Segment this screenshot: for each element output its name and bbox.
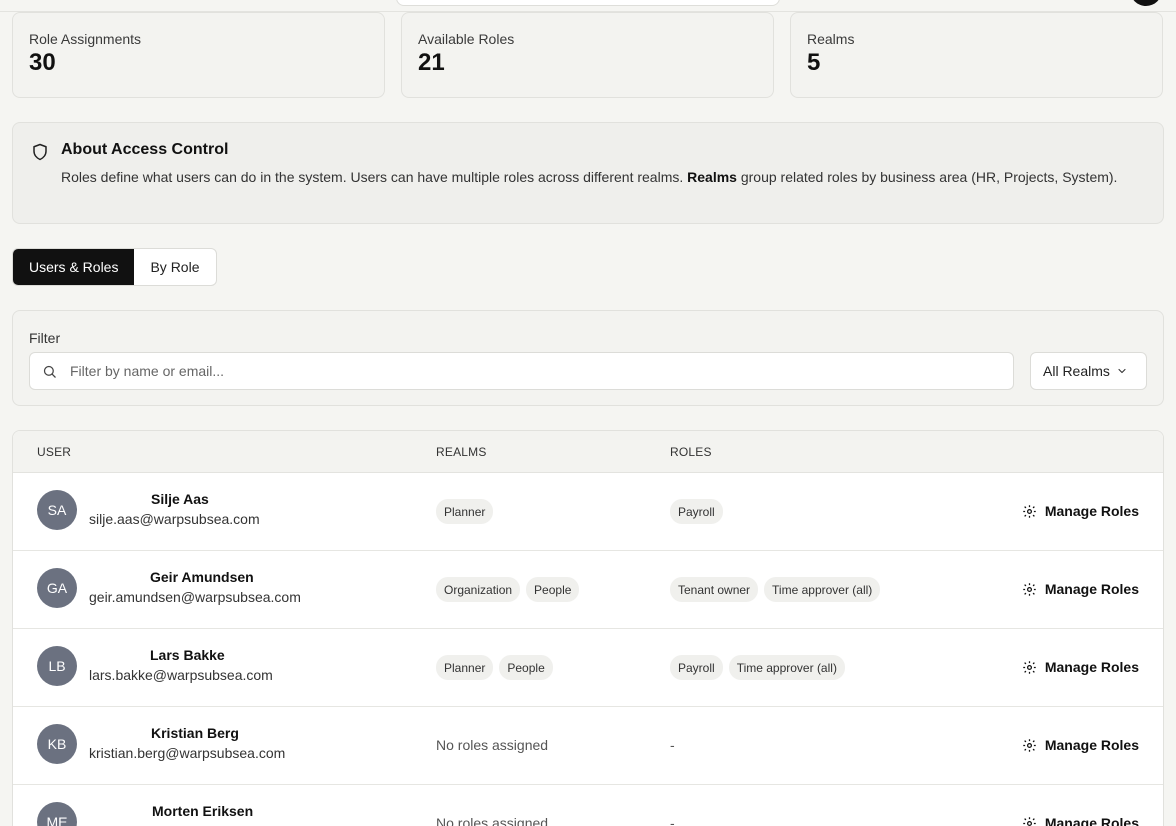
realm-chip: People [499, 655, 553, 680]
role-chip: Time approver (all) [728, 655, 845, 680]
table-header: USER REALMS ROLES [13, 431, 1163, 473]
stat-label: Role Assignments [29, 31, 142, 47]
manage-roles-label: Manage Roles [1044, 659, 1139, 675]
role-chips: Payroll Time approver (all) [670, 655, 845, 680]
top-bar [0, 0, 1176, 12]
realm-chips: Planner [436, 499, 494, 524]
filter-card: Filter All Realms [12, 310, 1164, 406]
avatar: LB [37, 646, 77, 686]
roles-empty-dash: - [670, 815, 675, 826]
filter-input-wrapper[interactable] [29, 352, 1014, 390]
table-row: SA Silje Aas silje.aas@warpsubsea.com Pl… [13, 473, 1163, 551]
avatar: ME [37, 802, 77, 826]
realm-chip: People [526, 577, 580, 602]
tab-users-roles[interactable]: Users & Roles [13, 249, 135, 285]
stat-available-roles: Available Roles 21 [401, 12, 774, 98]
role-chip: Tenant owner [670, 577, 759, 602]
manage-roles-label: Manage Roles [1044, 737, 1139, 753]
stat-realms: Realms 5 [790, 12, 1163, 98]
role-chips: Tenant owner Time approver (all) [670, 577, 881, 602]
user-email: geir.amundsen@warpsubsea.com [89, 589, 301, 605]
no-roles-text: No roles assigned [436, 737, 549, 753]
user-name: Morten Eriksen [152, 803, 254, 819]
role-chip: Payroll [670, 655, 723, 680]
user-name: Kristian Berg [151, 725, 239, 741]
realm-select[interactable]: All Realms [1030, 352, 1147, 390]
filter-label: Filter [29, 330, 61, 346]
stat-value: 5 [807, 49, 821, 76]
role-chip: Payroll [670, 499, 723, 524]
roles-empty-dash: - [670, 737, 675, 753]
manage-roles-label: Manage Roles [1044, 815, 1139, 826]
realm-chip: Planner [436, 499, 494, 524]
stat-value: 21 [418, 49, 445, 76]
stat-label: Realms [807, 31, 855, 47]
tab-by-role[interactable]: By Role [134, 249, 215, 285]
stats-row: Role Assignments 30 Available Roles 21 R… [12, 12, 1163, 98]
realm-select-value: All Realms [1043, 363, 1110, 379]
manage-roles-button[interactable]: Manage Roles [1022, 659, 1139, 675]
role-chip: Time approver (all) [764, 577, 881, 602]
global-search[interactable] [396, 0, 780, 6]
no-roles-text: No roles assigned [436, 815, 549, 826]
manage-roles-button[interactable]: Manage Roles [1022, 581, 1139, 597]
avatar: GA [37, 568, 77, 608]
manage-roles-button[interactable]: Manage Roles [1022, 815, 1139, 826]
about-desc-bold: Realms [687, 169, 737, 185]
table-row: LB Lars Bakke lars.bakke@warpsubsea.com … [13, 629, 1163, 707]
user-name: Lars Bakke [150, 647, 225, 663]
about-desc-suffix: group related roles by business area (HR… [736, 169, 1118, 185]
about-desc-prefix: Roles define what users can do in the sy… [61, 169, 688, 185]
user-name: Geir Amundsen [150, 569, 254, 585]
about-description: Roles define what users can do in the sy… [61, 167, 1143, 187]
realm-chip: Planner [436, 655, 494, 680]
users-roles-table: USER REALMS ROLES SA Silje Aas silje.aas… [12, 430, 1164, 826]
realm-chips: Planner People [436, 655, 553, 680]
manage-roles-label: Manage Roles [1044, 503, 1139, 519]
realm-chip: Organization [436, 577, 521, 602]
manage-roles-button[interactable]: Manage Roles [1022, 737, 1139, 753]
gear-icon [1023, 738, 1036, 752]
table-row: KB Kristian Berg kristian.berg@warpsubse… [13, 707, 1163, 785]
gear-icon [1023, 660, 1036, 674]
chevron-down-icon [1118, 368, 1126, 374]
search-icon [43, 365, 56, 378]
gear-icon [1023, 582, 1036, 596]
table-row: ME Morten Eriksen No roles assigned - Ma… [13, 785, 1163, 826]
header-realms: REALMS [436, 445, 487, 459]
manage-roles-button[interactable]: Manage Roles [1022, 503, 1139, 519]
realm-chips: Organization People [436, 577, 580, 602]
about-title: About Access Control [61, 141, 229, 158]
user-email: lars.bakke@warpsubsea.com [89, 667, 273, 683]
header-roles: ROLES [670, 445, 712, 459]
header-user: USER [37, 445, 72, 459]
user-email: kristian.berg@warpsubsea.com [89, 745, 286, 761]
manage-roles-label: Manage Roles [1044, 581, 1139, 597]
stat-label: Available Roles [418, 31, 515, 47]
stat-role-assignments: Role Assignments 30 [12, 12, 385, 98]
stat-value: 30 [29, 49, 56, 76]
view-tabs: Users & Roles By Role [12, 248, 217, 286]
about-access-control: About Access Control Roles define what u… [12, 122, 1164, 224]
user-avatar[interactable] [1130, 0, 1162, 6]
filter-input[interactable] [70, 353, 1000, 389]
user-email: silje.aas@warpsubsea.com [89, 511, 260, 527]
gear-icon [1023, 504, 1036, 518]
shield-icon [33, 143, 47, 161]
avatar: KB [37, 724, 77, 764]
user-name: Silje Aas [151, 491, 209, 507]
table-row: GA Geir Amundsen geir.amundsen@warpsubse… [13, 551, 1163, 629]
avatar: SA [37, 490, 77, 530]
gear-icon [1023, 816, 1036, 826]
role-chips: Payroll [670, 499, 723, 524]
